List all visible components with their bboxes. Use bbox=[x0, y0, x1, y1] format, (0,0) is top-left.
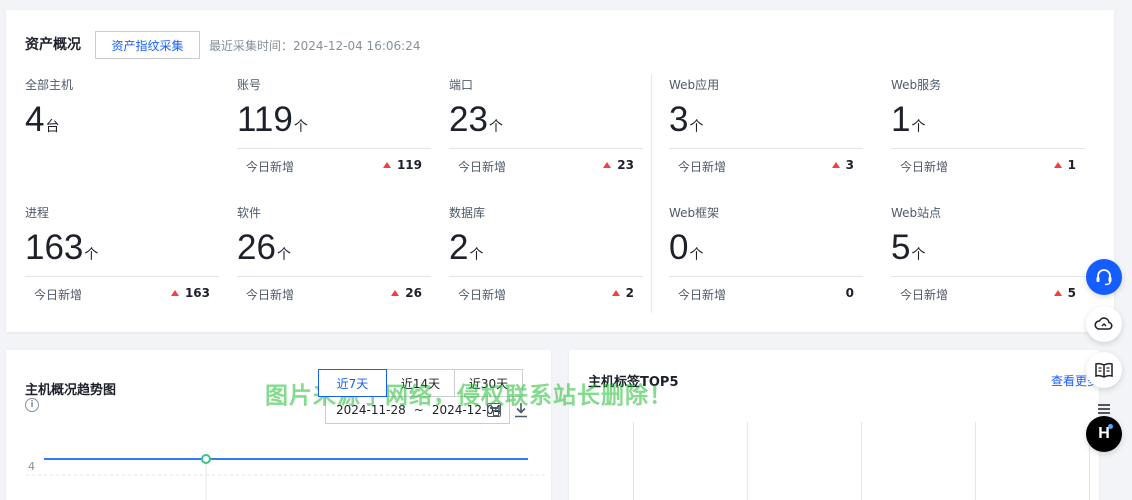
stat-divider bbox=[25, 276, 219, 277]
increase-arrow-icon bbox=[603, 162, 612, 168]
today-new-value: 3 bbox=[831, 158, 854, 172]
book-icon bbox=[1095, 362, 1113, 378]
today-new-label: 今日新增 bbox=[900, 288, 949, 302]
host-trend-panel: 主机概况趋势图 i 近7天 近14天 近30天 2024-11-28 ~ 202… bbox=[6, 350, 551, 500]
column-divider bbox=[651, 75, 652, 313]
stat-divider bbox=[449, 276, 643, 277]
today-new-label: 今日新增 bbox=[246, 160, 295, 174]
today-new-label: 今日新增 bbox=[678, 288, 727, 302]
stat-value: 1个 bbox=[891, 100, 926, 139]
stat-label: 软件 bbox=[237, 206, 262, 220]
stat-value: 26个 bbox=[237, 228, 291, 267]
date-separator: ~ bbox=[413, 403, 424, 417]
stat-value: 163个 bbox=[25, 228, 99, 267]
calendar-icon[interactable] bbox=[487, 403, 501, 417]
range-tab-14-days[interactable]: 近14天 bbox=[386, 369, 455, 397]
stat-label: Web框架 bbox=[669, 206, 720, 220]
increase-arrow-icon bbox=[382, 162, 391, 168]
increase-arrow-icon bbox=[1053, 290, 1062, 296]
stat-divider bbox=[237, 148, 431, 149]
range-tabs: 近7天 近14天 近30天 bbox=[318, 369, 523, 397]
info-icon[interactable]: i bbox=[25, 398, 39, 412]
stat-value: 4台 bbox=[25, 100, 60, 139]
data-point-marker[interactable] bbox=[201, 454, 211, 464]
today-new-label: 今日新增 bbox=[34, 288, 83, 302]
last-collect-time: 最近采集时间：2024-12-04 16:06:24 bbox=[209, 39, 421, 53]
today-new-value: 119 bbox=[382, 158, 422, 172]
range-tab-30-days[interactable]: 近30天 bbox=[454, 369, 523, 397]
stat-label: 数据库 bbox=[449, 206, 486, 220]
stat-divider bbox=[891, 276, 1085, 277]
date-start: 2024-11-28 bbox=[336, 403, 406, 417]
today-new-label: 今日新增 bbox=[458, 288, 507, 302]
today-new-label: 今日新增 bbox=[900, 160, 949, 174]
today-new-value: 0 bbox=[845, 286, 854, 300]
stat-value: 23个 bbox=[449, 100, 503, 139]
asset-overview-panel: 资产概况 资产指纹采集 最近采集时间：2024-12-04 16:06:24 全… bbox=[6, 10, 1114, 332]
trend-title: 主机概况趋势图 bbox=[25, 383, 117, 398]
today-new-value: 5 bbox=[1053, 286, 1076, 300]
customer-service-button[interactable] bbox=[1086, 259, 1122, 295]
cloud-button[interactable] bbox=[1086, 306, 1122, 342]
stat-label: Web应用 bbox=[669, 78, 720, 92]
customer-service-icon bbox=[1096, 269, 1112, 286]
today-new-value: 26 bbox=[391, 286, 422, 300]
download-icon[interactable] bbox=[514, 402, 528, 418]
tags-title: 主机标签TOP5 bbox=[588, 375, 679, 390]
today-new-value: 23 bbox=[603, 158, 634, 172]
stat-divider bbox=[669, 276, 863, 277]
today-new-value: 163 bbox=[170, 286, 210, 300]
stat-divider bbox=[891, 148, 1085, 149]
tags-chart-grid bbox=[633, 422, 1093, 500]
asset-fingerprint-collect-button[interactable]: 资产指纹采集 bbox=[95, 31, 200, 59]
stat-label: 端口 bbox=[449, 78, 474, 92]
y-axis-tick: 4 bbox=[28, 460, 35, 473]
stat-label: Web站点 bbox=[891, 206, 942, 220]
list-icon bbox=[1098, 404, 1110, 414]
stat-label: Web服务 bbox=[891, 78, 942, 92]
today-new-label: 今日新增 bbox=[246, 288, 295, 302]
grid-line bbox=[861, 422, 862, 500]
stat-value: 2个 bbox=[449, 228, 484, 267]
today-new-value: 1 bbox=[1053, 158, 1076, 172]
stat-value: 119个 bbox=[237, 100, 308, 139]
stat-label: 账号 bbox=[237, 78, 262, 92]
range-tab-7-days[interactable]: 近7天 bbox=[318, 369, 387, 397]
docs-button[interactable] bbox=[1086, 352, 1122, 388]
today-new-value: 2 bbox=[611, 286, 634, 300]
stat-value: 3个 bbox=[669, 100, 704, 139]
trend-chart: 4 bbox=[26, 454, 546, 500]
h-logo-button[interactable]: H bbox=[1086, 416, 1122, 452]
grid-line bbox=[747, 422, 748, 500]
increase-arrow-icon bbox=[831, 162, 840, 168]
stat-divider bbox=[449, 148, 643, 149]
increase-arrow-icon bbox=[391, 290, 400, 296]
overview-title: 资产概况 bbox=[25, 37, 81, 53]
today-new-label: 今日新增 bbox=[678, 160, 727, 174]
host-tags-panel: 主机标签TOP5 查看更多 bbox=[569, 350, 1099, 500]
cloud-icon bbox=[1094, 317, 1113, 330]
increase-arrow-icon bbox=[170, 290, 179, 296]
notification-dot bbox=[1108, 424, 1113, 429]
increase-arrow-icon bbox=[1053, 162, 1062, 168]
stat-divider bbox=[237, 276, 431, 277]
stat-divider bbox=[669, 148, 863, 149]
grid-line bbox=[633, 422, 634, 500]
today-new-label: 今日新增 bbox=[458, 160, 507, 174]
stat-value: 5个 bbox=[891, 228, 926, 267]
stat-label: 全部主机 bbox=[25, 78, 74, 92]
list-button[interactable] bbox=[1086, 398, 1122, 418]
increase-arrow-icon bbox=[611, 290, 620, 296]
date-range-picker[interactable]: 2024-11-28 ~ 2024-12-04 bbox=[325, 396, 510, 424]
stat-value: 0个 bbox=[669, 228, 704, 267]
grid-line bbox=[975, 422, 976, 500]
stat-label: 进程 bbox=[25, 206, 50, 220]
